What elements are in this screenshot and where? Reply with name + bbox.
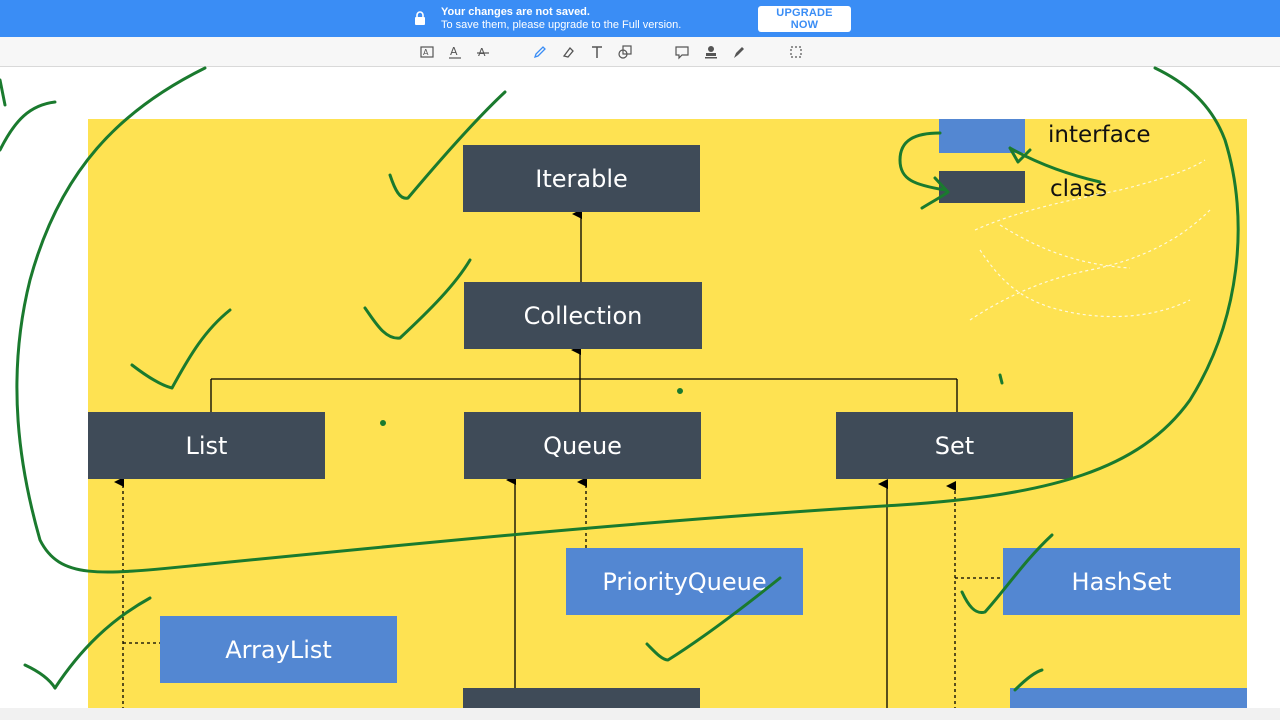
node-queue: Queue: [464, 412, 701, 479]
node-hash-set: HashSet: [1003, 548, 1240, 615]
lock-icon: [415, 11, 425, 25]
upgrade-now-button[interactable]: UPGRADE NOW: [758, 6, 851, 32]
svg-text:A: A: [423, 48, 429, 57]
legend-class-label: class: [1050, 176, 1108, 202]
upgrade-banner: Your changes are not saved. To save them…: [0, 0, 1280, 37]
legend-interface-swatch: [939, 119, 1025, 153]
node-list: List: [88, 412, 325, 479]
annotation-toolbar: A A A: [0, 37, 1280, 67]
text-underline-icon[interactable]: A: [445, 42, 465, 62]
text-strikethrough-icon[interactable]: A: [473, 42, 493, 62]
legend-interface-label: interface: [1048, 122, 1151, 148]
node-iterable: Iterable: [463, 145, 700, 212]
shapes-icon[interactable]: [615, 42, 635, 62]
node-priority-queue: PriorityQueue: [566, 548, 803, 615]
bottom-scroll-area: [0, 708, 1280, 720]
pen-icon[interactable]: [729, 42, 749, 62]
node-set: Set: [836, 412, 1073, 479]
comment-icon[interactable]: [672, 42, 692, 62]
svg-text:A: A: [450, 45, 458, 58]
pencil-icon[interactable]: [530, 42, 550, 62]
banner-title: Your changes are not saved.: [441, 6, 590, 18]
banner-message: Your changes are not saved. To save them…: [441, 6, 681, 32]
text-format-icon[interactable]: A: [417, 42, 437, 62]
eraser-icon[interactable]: [558, 42, 578, 62]
text-tool-icon[interactable]: [587, 42, 607, 62]
node-collection: Collection: [464, 282, 702, 349]
selection-icon[interactable]: [786, 42, 806, 62]
node-array-list: ArrayList: [160, 616, 397, 683]
legend-class-swatch: [939, 171, 1025, 203]
stamp-icon[interactable]: [701, 42, 721, 62]
banner-subtitle: To save them, please upgrade to the Full…: [441, 19, 682, 31]
